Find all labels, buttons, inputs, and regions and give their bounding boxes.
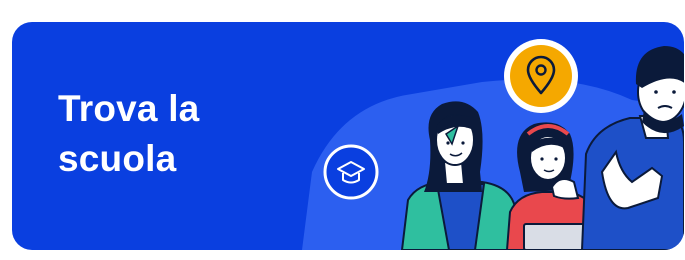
page: Trova la scuola [0,0,685,260]
find-school-banner[interactable]: Trova la scuola [12,22,684,250]
people-illustration [302,39,684,250]
map-pin-icon [504,39,578,113]
graduation-cap-icon [323,144,379,200]
man-figure [580,46,684,250]
